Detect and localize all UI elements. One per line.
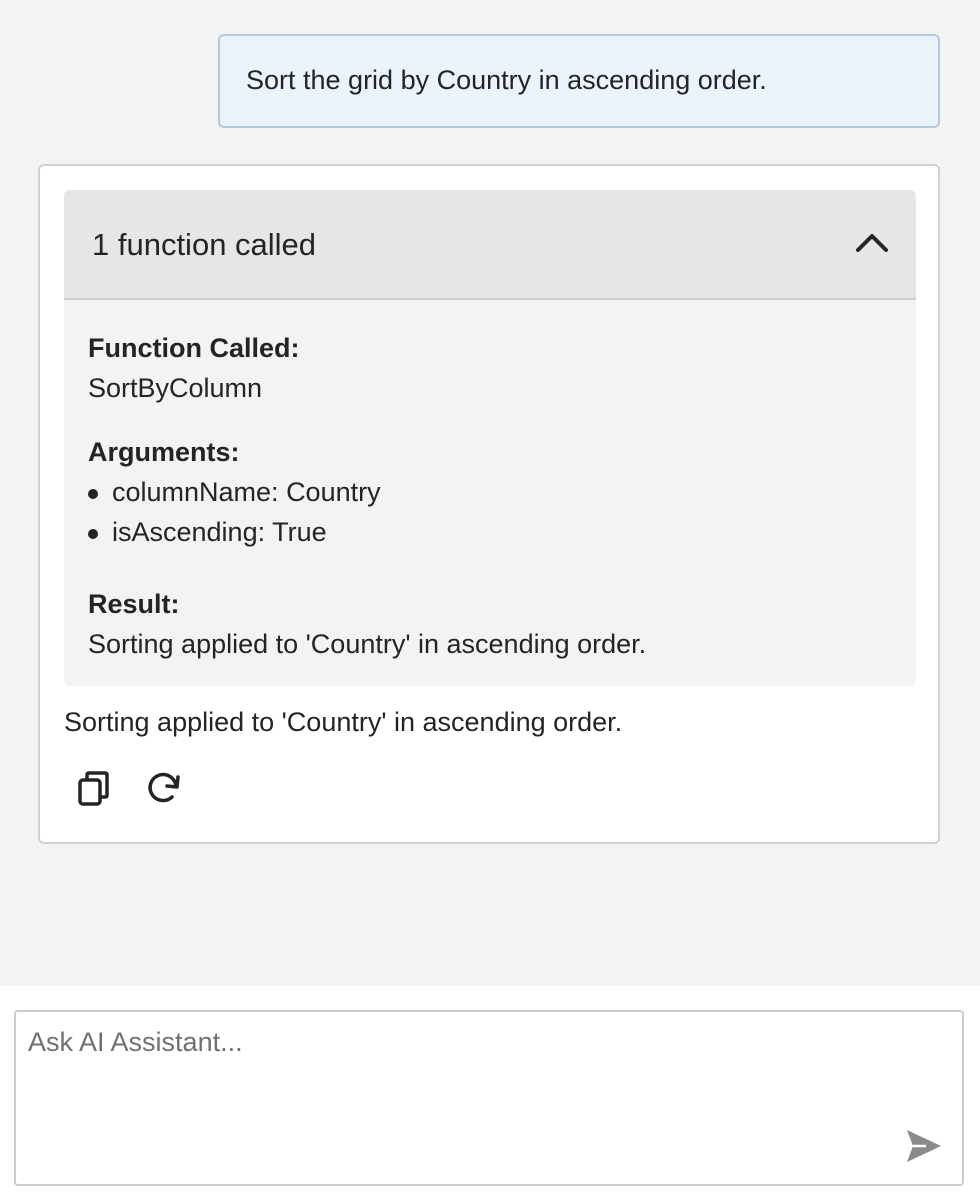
result-label: Result: bbox=[88, 589, 180, 619]
function-call-panel: 1 function called Function Called: SortB… bbox=[64, 190, 916, 686]
assistant-message-card: 1 function called Function Called: SortB… bbox=[38, 164, 940, 844]
copy-icon bbox=[78, 771, 109, 806]
user-message-text: Sort the grid by Country in ascending or… bbox=[246, 65, 767, 95]
function-call-toggle[interactable]: 1 function called bbox=[64, 190, 916, 300]
arguments-list: columnName: Country isAscending: True bbox=[88, 472, 888, 552]
send-button[interactable] bbox=[904, 1126, 944, 1166]
refresh-icon bbox=[148, 772, 180, 803]
argument-item: columnName: Country bbox=[88, 472, 888, 512]
regenerate-button[interactable] bbox=[142, 766, 186, 810]
result-text: Sorting applied to 'Country' in ascendin… bbox=[88, 629, 647, 659]
argument-item: isAscending: True bbox=[88, 512, 888, 552]
chat-history: Sort the grid by Country in ascending or… bbox=[0, 0, 980, 986]
assistant-response-text: Sorting applied to 'Country' in ascendin… bbox=[64, 707, 623, 737]
function-call-details: Function Called: SortByColumn Arguments:… bbox=[88, 328, 888, 664]
user-message-bubble: Sort the grid by Country in ascending or… bbox=[218, 34, 940, 128]
chevron-up-icon bbox=[856, 234, 888, 252]
prompt-input[interactable] bbox=[28, 1026, 888, 1166]
function-call-summary: 1 function called bbox=[92, 227, 317, 262]
send-icon bbox=[907, 1130, 941, 1162]
function-called-label: Function Called: bbox=[88, 333, 300, 363]
copy-button[interactable] bbox=[72, 766, 116, 810]
function-name: SortByColumn bbox=[88, 373, 263, 403]
arguments-label: Arguments: bbox=[88, 437, 240, 467]
prompt-area bbox=[0, 986, 980, 1200]
prompt-box bbox=[14, 1010, 964, 1186]
